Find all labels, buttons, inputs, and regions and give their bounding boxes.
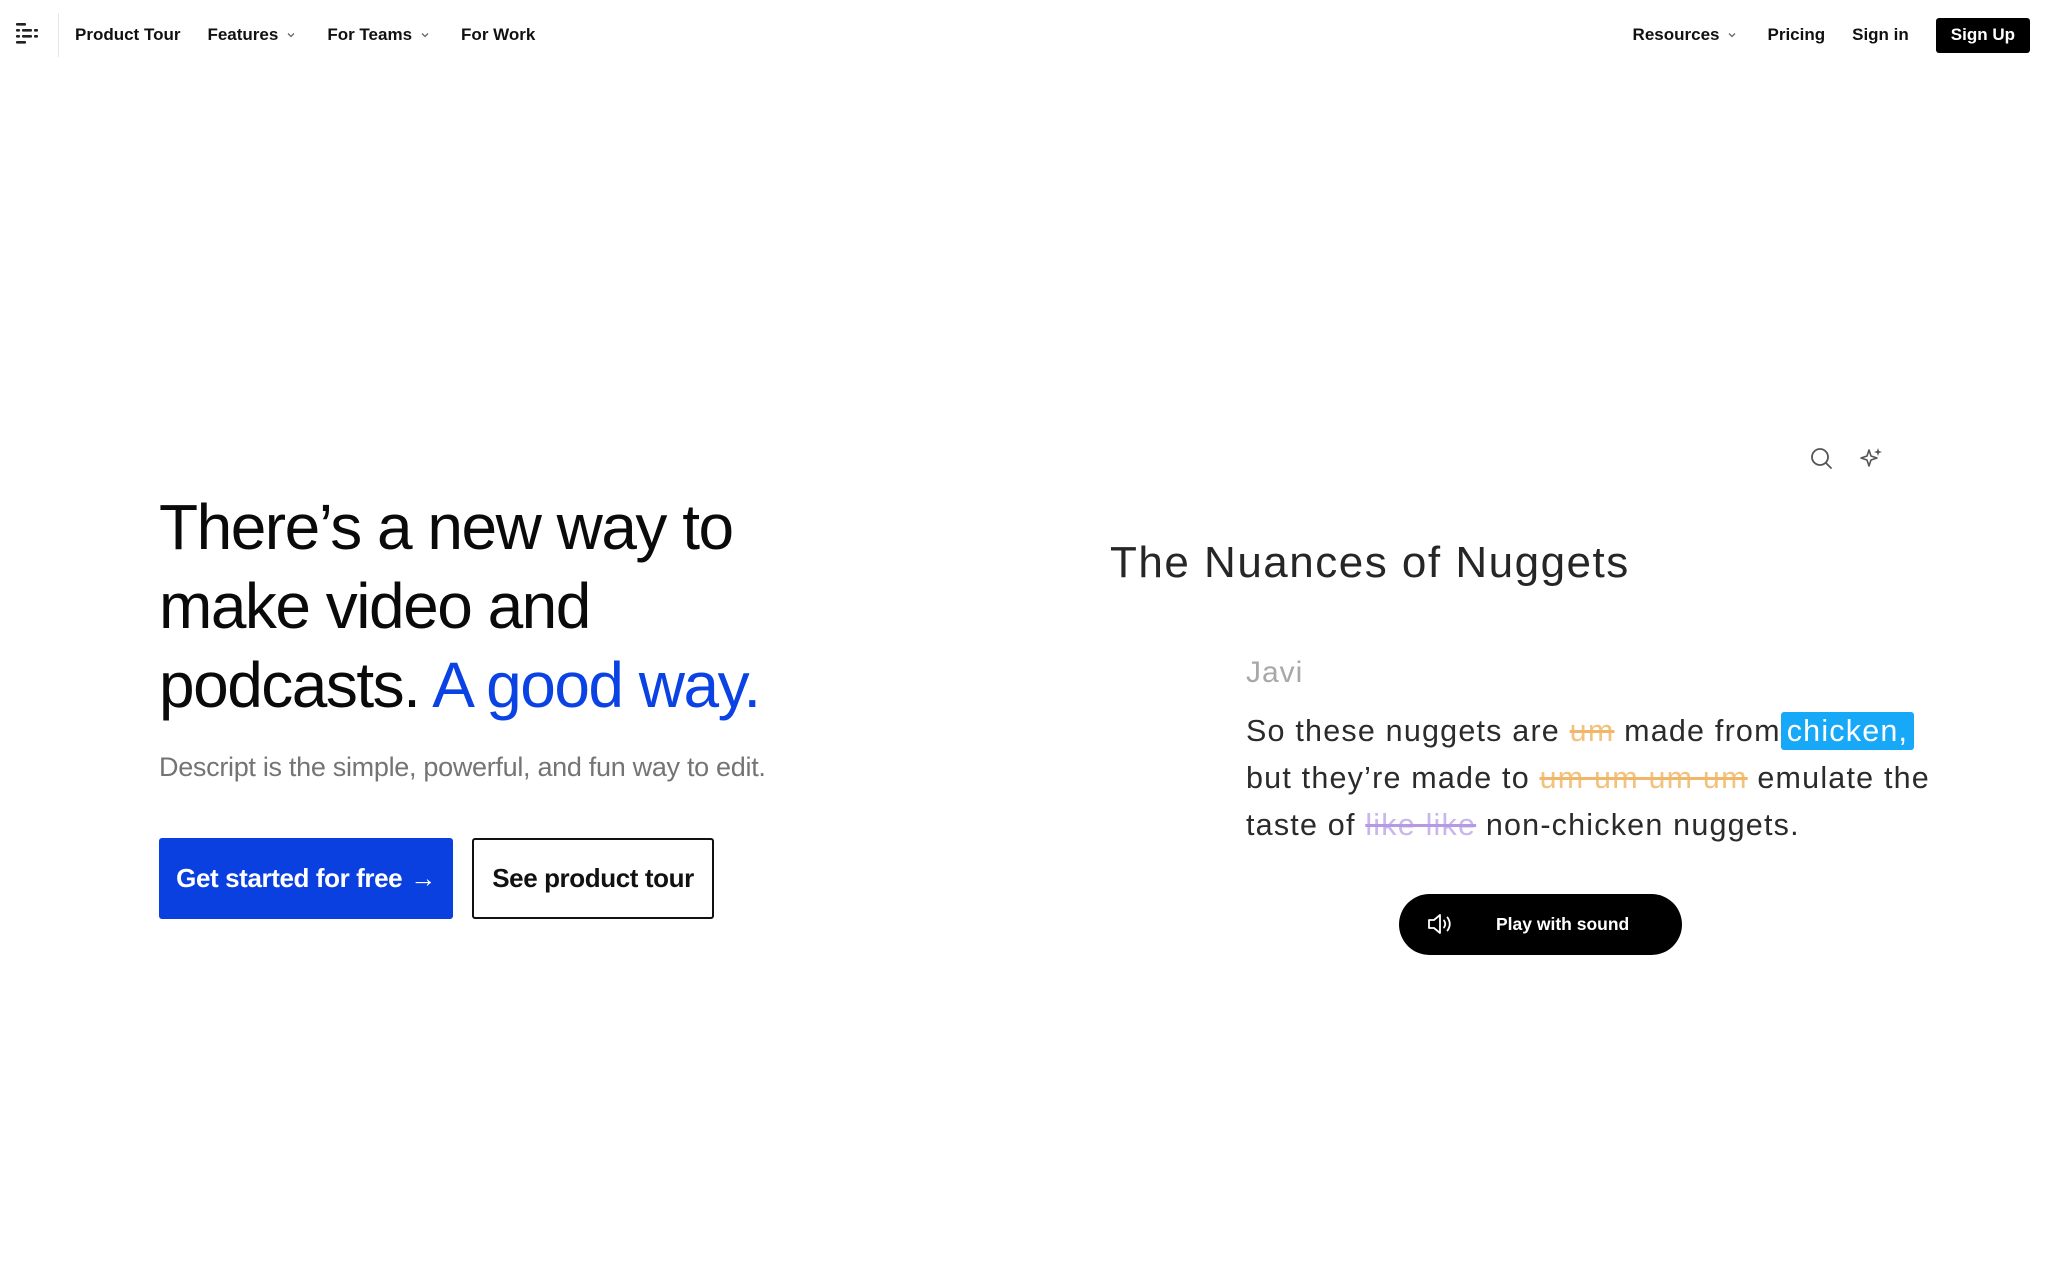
nav-product-tour-label: Product Tour	[75, 25, 181, 44]
nav-pricing-label: Pricing	[1767, 25, 1826, 44]
search-icon[interactable]	[1808, 445, 1834, 471]
transcript-line: So these nuggets are um made from chicken…	[1246, 708, 2006, 755]
transcript: So these nuggets are um made from chicken…	[1246, 708, 2006, 849]
nav-product-tour[interactable]: Product Tour	[75, 25, 180, 45]
nav-resources-label: Resources	[1632, 25, 1720, 44]
primary-nav: Product Tour Features For Teams For Work	[75, 0, 535, 70]
play-with-sound-label: Play with sound	[1496, 914, 1630, 934]
hero-title-accent: A good way.	[432, 649, 761, 721]
nav-for-teams-label: For Teams	[327, 25, 413, 44]
arrow-right-icon: →	[410, 863, 436, 893]
nav-for-work[interactable]: For Work	[461, 25, 535, 45]
nav-pricing[interactable]: Pricing	[1767, 25, 1825, 45]
transcript-text: So these nuggets are	[1246, 714, 1560, 748]
highlighted-word: chicken,	[1780, 712, 1915, 750]
see-product-tour-button[interactable]: See product tour	[472, 838, 714, 919]
nav-sign-in[interactable]: Sign in	[1852, 25, 1909, 45]
hero-title-line3: podcasts.	[159, 649, 421, 721]
get-started-label: Get started for free	[176, 863, 403, 893]
hero-subtitle: Descript is the simple, powerful, and fu…	[159, 752, 766, 782]
transcript-text: emulate the	[1757, 761, 1930, 795]
speaker-label: Javi	[1246, 656, 1304, 689]
nav-resources[interactable]: Resources	[1633, 25, 1738, 45]
get-started-button[interactable]: Get started for free →	[159, 838, 453, 919]
chevron-down-icon	[287, 33, 295, 38]
nav-for-teams[interactable]: For Teams	[327, 25, 430, 45]
nav-features-label: Features	[207, 25, 279, 44]
transcript-text: but they’re made to	[1246, 761, 1530, 795]
transcript-line: but they’re made to um um um um emulate …	[1246, 755, 2006, 802]
play-with-sound-button[interactable]: Play with sound	[1399, 894, 1682, 955]
transcript-text: taste of	[1246, 808, 1356, 842]
top-nav: Product Tour Features For Teams For Work…	[0, 0, 2048, 70]
filler-word: um	[1569, 714, 1615, 748]
hero-title-line1: There’s a new way to	[159, 491, 734, 563]
secondary-nav: Resources Pricing Sign in Sign Up	[1633, 0, 2030, 70]
nav-sign-in-label: Sign in	[1852, 25, 1909, 44]
hero-title-line2: make video and	[159, 570, 591, 642]
document-title: The Nuances of Nuggets	[1110, 538, 1630, 587]
repeated-word: like like	[1365, 808, 1477, 842]
nav-divider	[58, 13, 59, 57]
sparkle-icon[interactable]	[1858, 445, 1884, 471]
transcript-line: taste of like like non-chicken nuggets.	[1246, 802, 2006, 849]
nav-for-work-label: For Work	[461, 25, 536, 44]
transcript-text: non-chicken nuggets.	[1485, 808, 1800, 842]
nav-features[interactable]: Features	[207, 25, 296, 45]
sign-up-button[interactable]: Sign Up	[1935, 17, 2030, 53]
chevron-down-icon	[1729, 33, 1736, 38]
descript-logo-icon[interactable]	[16, 22, 40, 46]
hero-title: There’s a new way to make video and podc…	[159, 488, 879, 725]
chevron-down-icon	[421, 33, 429, 38]
transcript-text: made from	[1624, 714, 1781, 748]
filler-word: um um um um	[1539, 761, 1748, 795]
volume-icon	[1428, 914, 1451, 934]
